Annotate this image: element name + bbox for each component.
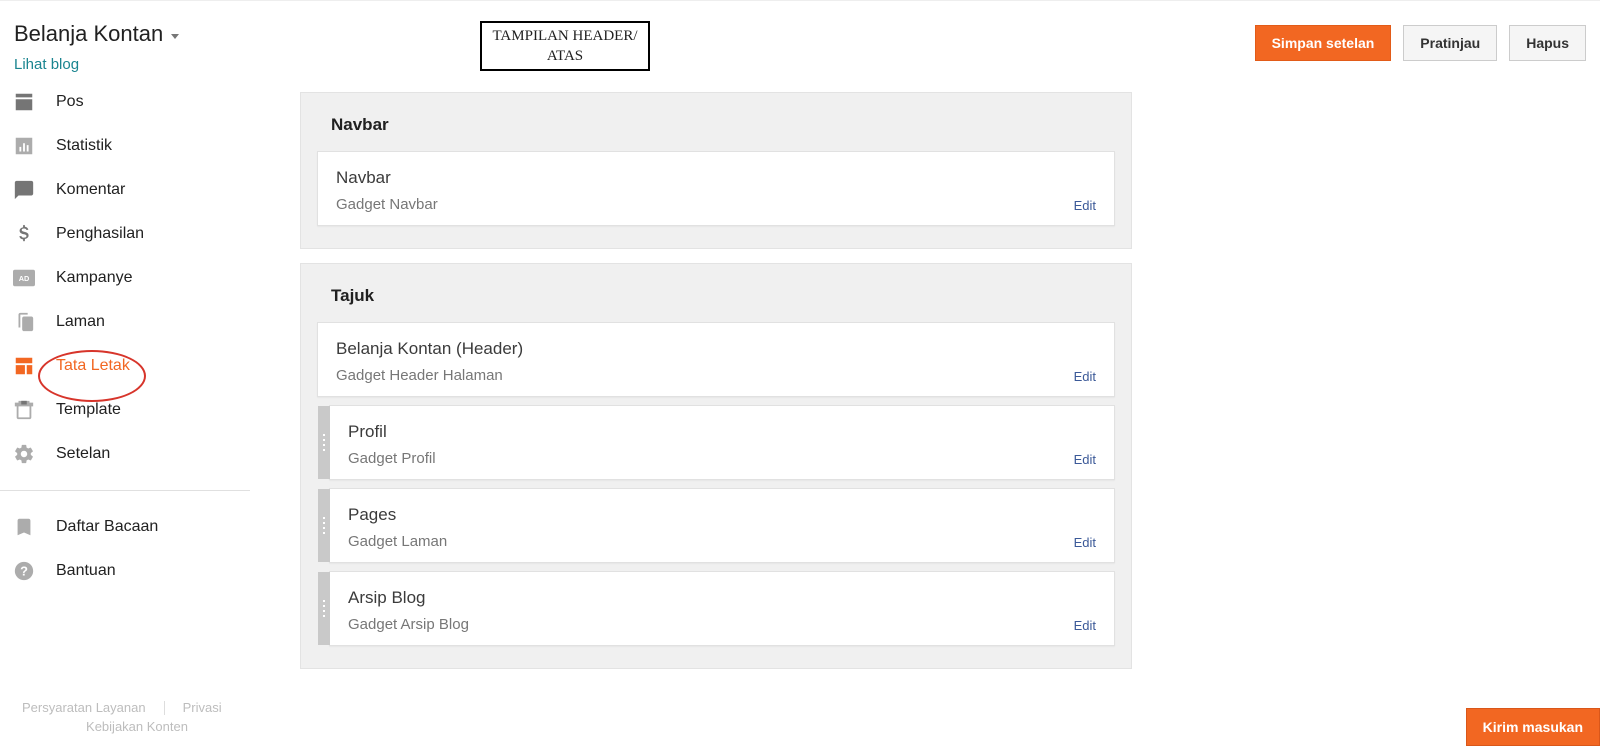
svg-text:?: ? xyxy=(20,564,28,579)
layout-icon xyxy=(12,354,36,378)
gadget-arsip-blog[interactable]: Arsip Blog Gadget Arsip Blog Edit xyxy=(329,571,1115,646)
post-icon xyxy=(12,90,36,114)
sidebar-item-pos[interactable]: Pos xyxy=(0,80,262,124)
comment-icon xyxy=(12,178,36,202)
top-actions: Simpan setelan Pratinjau Hapus xyxy=(1255,25,1586,61)
blog-selector[interactable]: Belanja Kontan xyxy=(14,21,179,47)
drag-handle-icon[interactable] xyxy=(318,406,330,479)
sidebar-item-label: Penghasilan xyxy=(56,225,144,243)
sidebar-separator xyxy=(0,490,250,491)
save-button[interactable]: Simpan setelan xyxy=(1255,25,1392,61)
sidebar-item-statistik[interactable]: Statistik xyxy=(0,124,262,168)
sidebar-item-tata-letak[interactable]: Tata Letak xyxy=(0,344,262,388)
ad-icon: AD xyxy=(12,266,36,290)
section-title: Navbar xyxy=(301,93,1131,151)
layout-editor: Navbar Navbar Gadget Navbar Edit Tajuk B… xyxy=(300,92,1132,683)
sidebar-item-bantuan[interactable]: ? Bantuan xyxy=(0,549,262,593)
footer-sep xyxy=(164,701,165,715)
section-title: Tajuk xyxy=(301,264,1131,322)
sidebar-item-label: Statistik xyxy=(56,137,112,155)
gadget-title: Arsip Blog xyxy=(348,588,1096,608)
edit-link[interactable]: Edit xyxy=(1074,535,1096,550)
sidebar-item-penghasilan[interactable]: Penghasilan xyxy=(0,212,262,256)
sidebar-item-label: Pos xyxy=(56,93,84,111)
preview-button[interactable]: Pratinjau xyxy=(1403,25,1497,61)
topbar: Belanja Kontan Lihat blog TAMPILAN HEADE… xyxy=(0,0,1600,72)
footer-privacy-link[interactable]: Privasi xyxy=(183,700,222,715)
gadget-title: Pages xyxy=(348,505,1096,525)
gadget-profil[interactable]: Profil Gadget Profil Edit xyxy=(329,405,1115,480)
layout-section-navbar: Navbar Navbar Gadget Navbar Edit xyxy=(300,92,1132,249)
gadget-title: Profil xyxy=(348,422,1096,442)
sidebar-item-label: Tata Letak xyxy=(56,357,130,375)
gadget-pages[interactable]: Pages Gadget Laman Edit xyxy=(329,488,1115,563)
gadget-navbar[interactable]: Navbar Gadget Navbar Edit xyxy=(317,151,1115,226)
sidebar-item-label: Laman xyxy=(56,313,105,331)
delete-button[interactable]: Hapus xyxy=(1509,25,1586,61)
sidebar-item-komentar[interactable]: Komentar xyxy=(0,168,262,212)
edit-link[interactable]: Edit xyxy=(1074,452,1096,467)
help-icon: ? xyxy=(12,559,36,583)
dollar-icon xyxy=(12,222,36,246)
sidebar-item-laman[interactable]: Laman xyxy=(0,300,262,344)
gadget-title: Belanja Kontan (Header) xyxy=(336,339,1096,359)
blog-title: Belanja Kontan xyxy=(14,21,163,47)
annotation-header-box: TAMPILAN HEADER/ ATAS xyxy=(480,21,650,71)
footer-content-policy-link[interactable]: Kebijakan Konten xyxy=(86,719,188,734)
sidebar-item-daftar-bacaan[interactable]: Daftar Bacaan xyxy=(0,505,262,549)
footer-links: Persyaratan Layanan Privasi Kebijakan Ko… xyxy=(22,700,252,734)
feedback-button[interactable]: Kirim masukan xyxy=(1466,708,1600,746)
sidebar-item-label: Template xyxy=(56,401,121,419)
sidebar-item-template[interactable]: Template xyxy=(0,388,262,432)
layout-section-tajuk: Tajuk Belanja Kontan (Header) Gadget Hea… xyxy=(300,263,1132,669)
sidebar-item-label: Setelan xyxy=(56,445,110,463)
edit-link[interactable]: Edit xyxy=(1074,198,1096,213)
sidebar-item-label: Daftar Bacaan xyxy=(56,518,158,536)
sidebar-item-label: Komentar xyxy=(56,181,125,199)
drag-handle-icon[interactable] xyxy=(318,572,330,645)
sidebar-item-setelan[interactable]: Setelan xyxy=(0,432,262,476)
stats-icon xyxy=(12,134,36,158)
sidebar: Pos Statistik Komentar Penghasilan AD Ka… xyxy=(0,80,262,593)
bookmark-icon xyxy=(12,515,36,539)
view-blog-link[interactable]: Lihat blog xyxy=(14,56,79,73)
edit-link[interactable]: Edit xyxy=(1074,618,1096,633)
sidebar-item-label: Bantuan xyxy=(56,562,116,580)
drag-handle-icon[interactable] xyxy=(318,489,330,562)
gadget-header[interactable]: Belanja Kontan (Header) Gadget Header Ha… xyxy=(317,322,1115,397)
gadget-subtitle: Gadget Profil xyxy=(348,450,1096,467)
pages-icon xyxy=(12,310,36,334)
sidebar-item-kampanye[interactable]: AD Kampanye xyxy=(0,256,262,300)
sidebar-item-label: Kampanye xyxy=(56,269,133,287)
gadget-subtitle: Gadget Navbar xyxy=(336,196,1096,213)
gadget-subtitle: Gadget Header Halaman xyxy=(336,367,1096,384)
footer-terms-link[interactable]: Persyaratan Layanan xyxy=(22,700,146,715)
edit-link[interactable]: Edit xyxy=(1074,369,1096,384)
gadget-title: Navbar xyxy=(336,168,1096,188)
gadget-subtitle: Gadget Arsip Blog xyxy=(348,616,1096,633)
gear-icon xyxy=(12,442,36,466)
svg-text:AD: AD xyxy=(19,274,30,283)
caret-down-icon xyxy=(171,34,179,39)
template-icon xyxy=(12,398,36,422)
gadget-subtitle: Gadget Laman xyxy=(348,533,1096,550)
